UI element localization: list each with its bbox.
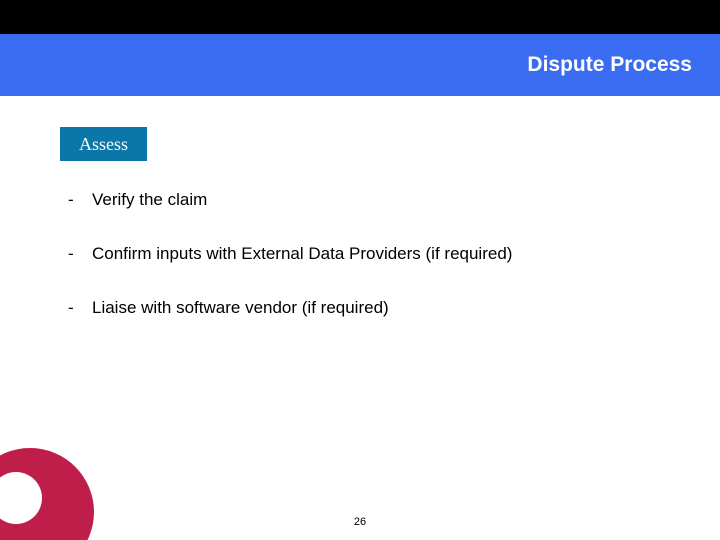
section-label: Assess — [79, 134, 128, 155]
title-bar: Dispute Process — [0, 34, 720, 96]
page-number: 26 — [0, 516, 720, 528]
bullet-list: -Verify the claim -Confirm inputs with E… — [68, 190, 648, 352]
list-item: -Confirm inputs with External Data Provi… — [68, 244, 648, 264]
bullet-dash: - — [68, 190, 92, 210]
bullet-text: Confirm inputs with External Data Provid… — [92, 244, 512, 264]
slide-title: Dispute Process — [527, 53, 692, 77]
slide: Dispute Process Assess -Verify the claim… — [0, 0, 720, 540]
top-black-bar — [0, 0, 720, 34]
bullet-dash: - — [68, 298, 92, 318]
list-item: -Verify the claim — [68, 190, 648, 210]
list-item: -Liaise with software vendor (if require… — [68, 298, 648, 318]
section-tab: Assess — [60, 127, 147, 161]
bullet-text: Verify the claim — [92, 190, 207, 210]
bullet-dash: - — [68, 244, 92, 264]
bullet-text: Liaise with software vendor (if required… — [92, 298, 389, 318]
